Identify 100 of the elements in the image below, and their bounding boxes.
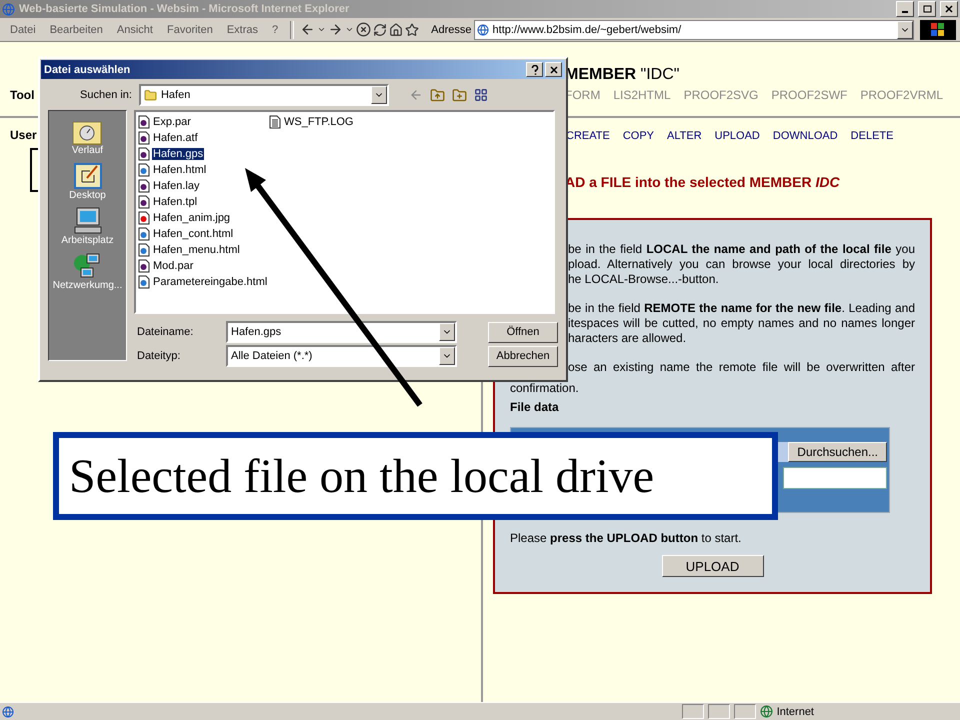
- instruction-text: confirmation.: [510, 381, 579, 396]
- look-in-dropdown[interactable]: Hafen: [138, 84, 389, 106]
- upload-note: Please press the UPLOAD button to start.: [510, 531, 742, 545]
- file-item[interactable]: Hafen.lay: [152, 180, 200, 192]
- html-file-icon: [138, 227, 150, 241]
- file-item[interactable]: Hafen_cont.html: [152, 228, 234, 240]
- dropdown-button[interactable]: [897, 20, 913, 38]
- data-file-icon: [138, 131, 150, 145]
- file-item[interactable]: Hafen_menu.html: [152, 244, 241, 256]
- address-value: http://www.b2bsim.de/~gebert/websim/: [492, 24, 682, 36]
- place-item[interactable]: Netzwerkumg...: [52, 280, 122, 291]
- data-file-icon: [138, 115, 150, 129]
- menu-item[interactable]: ?: [266, 24, 284, 36]
- browser-icon: [2, 2, 15, 16]
- folder-icon: [144, 88, 157, 102]
- address-label: Adresse: [431, 24, 472, 36]
- status-pane: [682, 704, 704, 719]
- text-file-icon: [269, 115, 281, 129]
- action-link[interactable]: ALTER: [667, 130, 702, 142]
- file-item[interactable]: Exp.par: [152, 116, 192, 128]
- remote-field[interactable]: [783, 467, 887, 489]
- place-item[interactable]: Desktop: [69, 190, 106, 201]
- new-folder-icon[interactable]: [452, 88, 467, 102]
- action-link[interactable]: COPY: [622, 130, 654, 142]
- image-file-icon: [138, 211, 150, 225]
- look-in-label: Suchen in:: [80, 89, 132, 101]
- data-file-icon: [138, 179, 150, 193]
- help-button[interactable]: [526, 62, 543, 77]
- browse-button[interactable]: Durchsuchen...: [788, 442, 887, 462]
- action-link[interactable]: DELETE: [850, 130, 894, 142]
- close-icon: [550, 66, 558, 74]
- maximize-button[interactable]: [918, 1, 936, 17]
- place-item[interactable]: Verlauf: [72, 145, 104, 156]
- file-type-dropdown[interactable]: Alle Dateien (*.*): [226, 345, 457, 367]
- file-item[interactable]: Hafen_anim.jpg: [152, 212, 232, 224]
- instruction-text: be in the field LOCAL the name and path of the local file you: [568, 242, 915, 257]
- page-icon: [2, 706, 14, 718]
- html-file-icon: [138, 275, 150, 289]
- file-item[interactable]: Hafen.tpl: [152, 196, 198, 208]
- place-item[interactable]: Arbeitsplatz: [61, 235, 114, 246]
- minimize-button[interactable]: [896, 1, 914, 17]
- back-icon[interactable]: [300, 22, 316, 37]
- computer-icon: [72, 207, 102, 235]
- windows-logo: [920, 20, 956, 40]
- instruction-text: itespaces will be cutted, no empty names and no names longer: [568, 316, 915, 331]
- stop-icon[interactable]: [356, 22, 372, 37]
- user-label: User: [10, 128, 37, 142]
- instruction-text: haracters are allowed.: [568, 331, 688, 346]
- instruction-text: pload. Alternatively you can browse your local directories by: [568, 257, 915, 272]
- window-title: Web-basierte Simulation - Websim - Microsoft Internet Explorer: [19, 3, 350, 15]
- close-button[interactable]: [940, 1, 958, 17]
- refresh-icon[interactable]: [373, 22, 388, 36]
- menu-item[interactable]: Datei: [4, 24, 42, 36]
- file-name-field[interactable]: Hafen.gps: [226, 321, 457, 343]
- tool-label: Tool: [10, 88, 34, 102]
- dropdown-button[interactable]: [439, 347, 455, 365]
- upload-button[interactable]: UPLOAD: [662, 555, 764, 577]
- page-icon: [476, 24, 489, 36]
- folder-up-icon[interactable]: [430, 88, 445, 102]
- open-button[interactable]: Öffnen: [488, 322, 558, 342]
- zone-label: Internet: [776, 706, 814, 718]
- desktop-icon: [72, 162, 102, 190]
- action-link[interactable]: DOWNLOAD: [772, 130, 838, 142]
- file-item[interactable]: Hafen.html: [152, 164, 208, 176]
- close-button[interactable]: [545, 62, 562, 77]
- dialog-title: Datei auswählen: [44, 64, 132, 76]
- view-menu-icon[interactable]: [474, 88, 488, 102]
- dropdown-button[interactable]: [370, 86, 387, 104]
- action-link[interactable]: UPLOAD: [714, 130, 760, 142]
- caret-icon[interactable]: [345, 25, 354, 34]
- instruction-text: he LOCAL-Browse...-button.: [568, 272, 720, 287]
- star-icon[interactable]: [405, 22, 420, 36]
- file-type-value: Alle Dateien (*.*): [231, 350, 312, 362]
- menu-item[interactable]: Ansicht: [110, 24, 159, 36]
- close-icon: [945, 5, 953, 13]
- file-item[interactable]: Hafen.gps: [152, 148, 204, 160]
- caret-icon[interactable]: [317, 25, 326, 34]
- menu-item[interactable]: Favoriten: [160, 24, 219, 36]
- file-item[interactable]: Mod.par: [152, 260, 194, 272]
- data-file-icon: [138, 195, 150, 209]
- home-icon[interactable]: [389, 22, 404, 36]
- dropdown-button[interactable]: [439, 323, 455, 341]
- instruction-text: be in the field REMOTE the name for the new file. Leading and: [568, 301, 915, 316]
- file-name-label: Dateiname:: [137, 326, 194, 338]
- file-item[interactable]: Parametereingabe.html: [152, 276, 268, 288]
- menu-item[interactable]: Extras: [220, 24, 264, 36]
- help-icon: [530, 64, 538, 74]
- status-pane: [734, 704, 756, 719]
- file-type-label: Dateityp:: [137, 350, 182, 362]
- forward-icon[interactable]: [328, 22, 344, 37]
- file-item[interactable]: WS_FTP.LOG: [283, 116, 354, 128]
- maximize-icon: [922, 5, 932, 13]
- file-item[interactable]: Hafen.atf: [152, 132, 199, 144]
- menu-item[interactable]: Bearbeiten: [44, 24, 109, 36]
- address-field[interactable]: http://www.b2bsim.de/~gebert/websim/: [474, 20, 914, 40]
- data-file-icon: [138, 147, 150, 161]
- network-icon: [72, 252, 102, 280]
- file-name-value: Hafen.gps: [231, 326, 282, 338]
- cancel-button[interactable]: Abbrechen: [488, 346, 558, 366]
- callout-text: Selected file on the local drive: [69, 448, 654, 504]
